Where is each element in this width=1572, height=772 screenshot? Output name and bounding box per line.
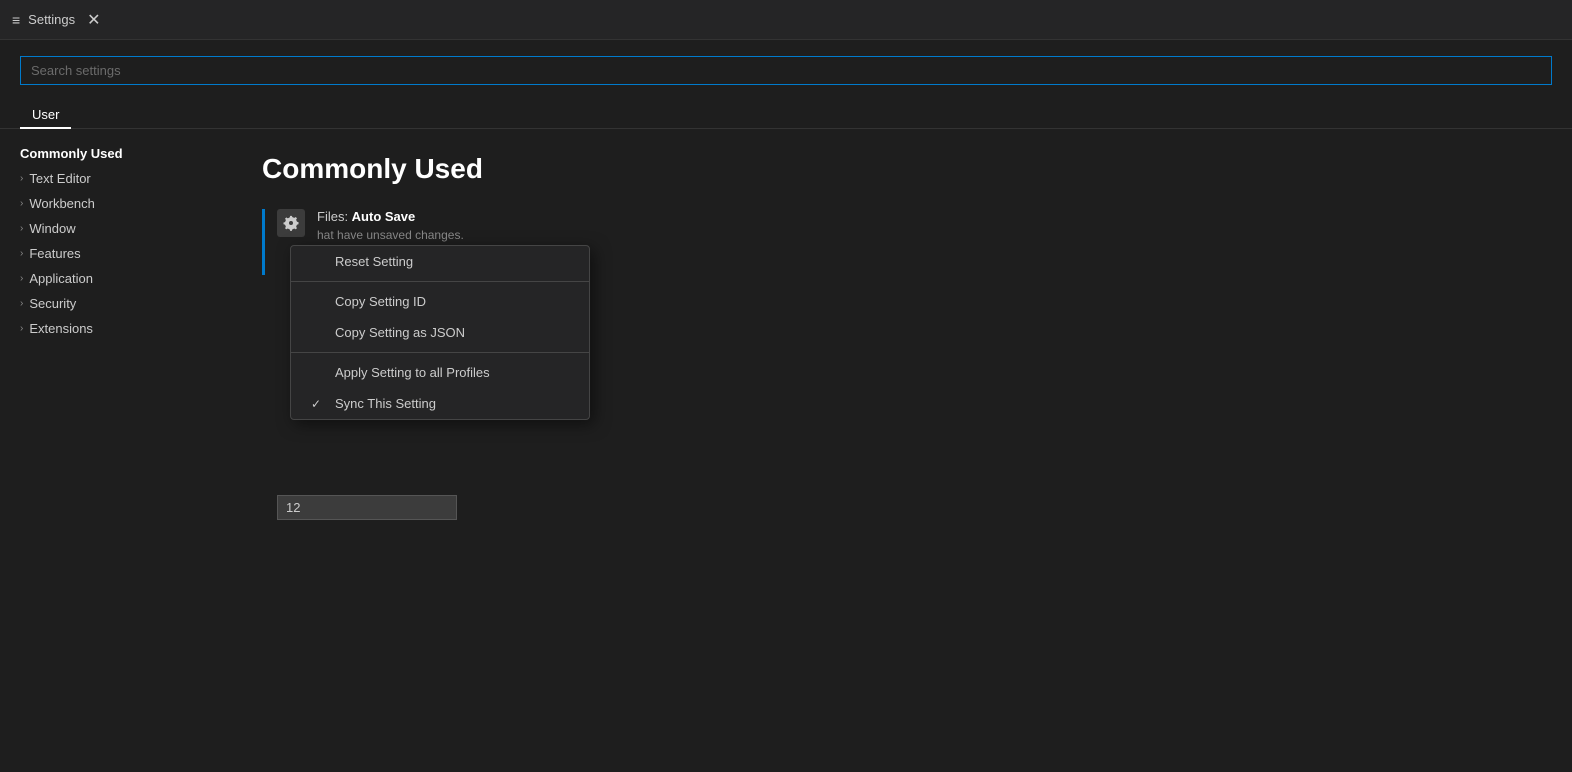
chevron-icon: › — [20, 223, 23, 234]
sidebar-item-security[interactable]: › Security — [0, 291, 230, 316]
sidebar-item-label: Features — [29, 246, 80, 261]
sidebar-item-label: Text Editor — [29, 171, 90, 186]
number-input-row — [262, 495, 1540, 520]
sidebar-item-label: Window — [29, 221, 75, 236]
sidebar-item-text-editor[interactable]: › Text Editor — [0, 166, 230, 191]
gear-icon — [283, 215, 299, 231]
setting-description: hat have unsaved changes. — [317, 228, 1540, 242]
sidebar-item-window[interactable]: › Window — [0, 216, 230, 241]
content-title: Commonly Used — [262, 153, 1540, 185]
chevron-icon: › — [20, 198, 23, 209]
context-menu: Reset Setting Copy Setting ID Copy Setti… — [290, 245, 590, 420]
context-menu-item-copy-setting-json[interactable]: Copy Setting as JSON — [291, 317, 589, 348]
gear-button[interactable] — [277, 209, 305, 237]
menu-icon: ≡ — [12, 12, 20, 28]
sidebar-item-label: Workbench — [29, 196, 95, 211]
search-bar-container — [0, 40, 1572, 93]
context-menu-item-apply-profiles[interactable]: Apply Setting to all Profiles — [291, 357, 589, 388]
context-menu-item-sync-setting[interactable]: ✓ Sync This Setting — [291, 388, 589, 419]
number-input[interactable] — [277, 495, 457, 520]
tab-user[interactable]: User — [20, 101, 71, 128]
close-button[interactable]: ✕ — [87, 10, 100, 30]
chevron-icon: › — [20, 173, 23, 184]
chevron-icon: › — [20, 248, 23, 259]
tabs-area: User — [0, 93, 1572, 129]
sidebar-item-extensions[interactable]: › Extensions — [0, 316, 230, 341]
sidebar-item-label: Application — [29, 271, 93, 286]
sidebar-item-label: Commonly Used — [20, 146, 123, 161]
title-bar-title: Settings — [28, 12, 75, 27]
sidebar-item-workbench[interactable]: › Workbench — [0, 191, 230, 216]
sidebar-item-label: Security — [29, 296, 76, 311]
chevron-icon: › — [20, 298, 23, 309]
context-menu-divider — [291, 281, 589, 282]
search-input[interactable] — [20, 56, 1552, 85]
setting-label-bold: Auto Save — [352, 209, 416, 224]
setting-label: Files: Auto Save — [317, 209, 1540, 224]
active-border — [262, 209, 265, 275]
main-layout: Commonly Used › Text Editor › Workbench … — [0, 129, 1572, 763]
content-area: Commonly Used Files: Auto Save hat have … — [230, 129, 1572, 763]
chevron-icon: › — [20, 323, 23, 334]
check-mark-active: ✓ — [311, 397, 327, 411]
context-menu-item-reset-setting[interactable]: Reset Setting — [291, 246, 589, 277]
sidebar-item-application[interactable]: › Application — [0, 266, 230, 291]
setting-row-auto-save: Files: Auto Save hat have unsaved change… — [262, 209, 1540, 275]
sidebar-item-commonly-used[interactable]: Commonly Used — [0, 141, 230, 166]
context-menu-item-copy-setting-id[interactable]: Copy Setting ID — [291, 286, 589, 317]
title-bar: ≡ Settings ✕ — [0, 0, 1572, 40]
empty-border — [262, 495, 265, 520]
chevron-icon: › — [20, 273, 23, 284]
sidebar-item-features[interactable]: › Features — [0, 241, 230, 266]
sidebar-item-label: Extensions — [29, 321, 93, 336]
sidebar: Commonly Used › Text Editor › Workbench … — [0, 129, 230, 763]
context-menu-divider-2 — [291, 352, 589, 353]
